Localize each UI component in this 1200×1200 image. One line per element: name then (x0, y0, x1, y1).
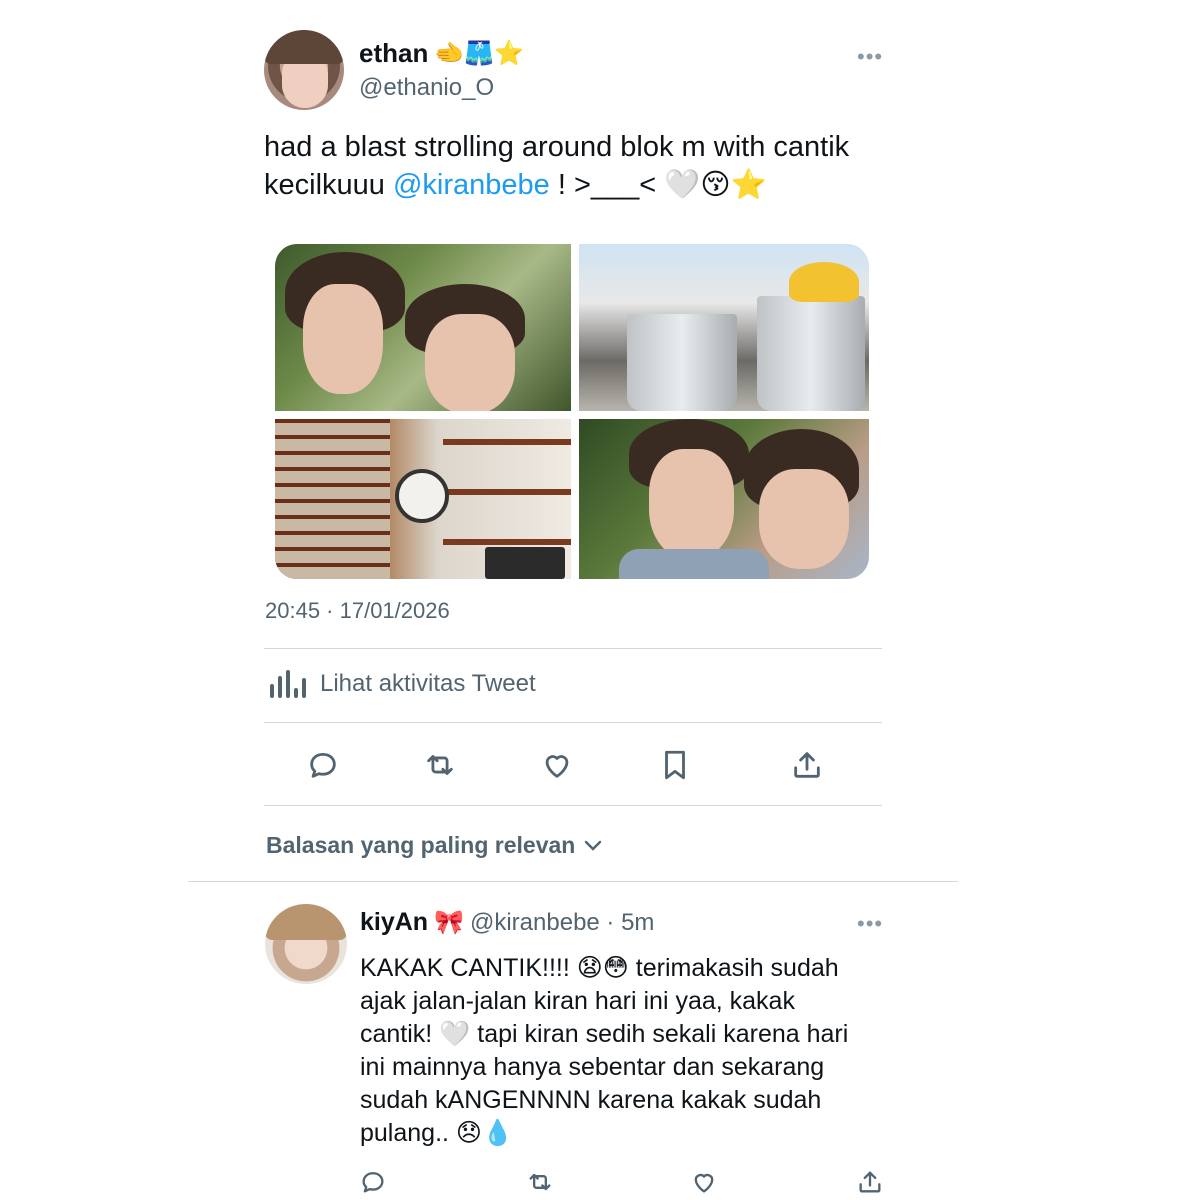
retweet-button[interactable] (420, 745, 460, 785)
bookmark-icon (665, 750, 685, 780)
tweet-text-line-1: had a blast strolling around blok m with… (264, 131, 850, 163)
chevron-down-icon (585, 840, 602, 851)
reply-like-button[interactable] (684, 1162, 724, 1200)
section-divider (188, 881, 958, 882)
retweet-icon (529, 1173, 551, 1191)
tweet-activity-label: Lihat aktivitas Tweet (320, 670, 536, 697)
tweet-timestamp[interactable]: 20:45 · 17/01/2026 (265, 598, 450, 624)
reply-more-options-icon[interactable]: ••• (857, 911, 883, 937)
photo-grid (275, 244, 869, 579)
share-button[interactable] (787, 745, 827, 785)
tweet-text-suffix: ! >___< 🤍😚⭐ (549, 169, 767, 201)
tweet-activity-link[interactable]: Lihat aktivitas Tweet (270, 670, 536, 698)
reply-text-line: pulang.. 😞💧 (360, 1119, 514, 1147)
divider (264, 648, 882, 649)
tweet-text: had a blast strolling around blok m with… (264, 128, 884, 204)
author-name-row[interactable]: ethan 🫲🩳⭐ (359, 38, 524, 69)
share-icon (859, 1171, 881, 1193)
reply-retweet-button[interactable] (520, 1162, 560, 1200)
author-avatar[interactable] (264, 30, 344, 110)
reply-author-emoji: 🎀 (434, 909, 464, 936)
divider (264, 805, 882, 806)
reply-author-avatar[interactable] (265, 904, 347, 984)
reply-icon (310, 752, 336, 778)
mention-link[interactable]: @kiranbebe (393, 169, 550, 201)
tweet-text-prefix: kecilkuuu (264, 169, 393, 201)
replies-sort-dropdown[interactable]: Balasan yang paling relevan (266, 832, 603, 859)
reply-text-line: sudah kANGENNNN karena kakak sudah (360, 1086, 822, 1114)
share-icon (794, 752, 820, 778)
reply-author-name[interactable]: kiyAn (360, 908, 428, 937)
reply-reply-button[interactable] (353, 1162, 393, 1200)
reply-text-line: ini mainnya hanya sebentar dan sekarang (360, 1053, 825, 1081)
photo-record-store[interactable] (275, 419, 571, 579)
reply-icon (362, 1172, 384, 1193)
photo-selfie-outdoors[interactable] (579, 419, 869, 579)
retweet-icon (427, 755, 453, 775)
analytics-icon (270, 670, 306, 698)
tweet-text-line-2: kecilkuuu @kiranbebe ! >___< 🤍😚⭐ (264, 166, 884, 204)
like-icon (545, 755, 569, 778)
author-display-name[interactable]: ethan (359, 38, 428, 69)
more-options-icon[interactable]: ••• (857, 44, 883, 70)
reply-share-button[interactable] (850, 1162, 890, 1200)
reply-text-line: cantik! 🤍 tapi kiran sedih sekali karena… (360, 1020, 849, 1048)
author-name-emojis: 🫲🩳⭐ (434, 40, 524, 67)
reply-text-line: KAKAK CANTIK!!!! 😧😳 terimakasih sudah (360, 954, 839, 982)
author-handle[interactable]: @ethanio_O (359, 74, 494, 102)
reply-author-handle-time[interactable]: @kiranbebe · 5m (470, 909, 654, 937)
reply-header: kiyAn 🎀 @kiranbebe · 5m (360, 908, 654, 937)
divider (264, 722, 882, 723)
reply-text: KAKAK CANTIK!!!! 😧😳 terimakasih sudah aj… (360, 952, 880, 1150)
replies-sort-label: Balasan yang paling relevan (266, 832, 576, 858)
like-button[interactable] (537, 745, 577, 785)
photo-selfie-two-boys[interactable] (275, 244, 571, 411)
bookmark-button[interactable] (655, 745, 695, 785)
photo-ice-cream-cups[interactable] (579, 244, 869, 411)
reply-button[interactable] (303, 745, 343, 785)
reply-text-line: ajak jalan-jalan kiran hari ini yaa, kak… (360, 987, 795, 1015)
like-icon (694, 1173, 714, 1193)
